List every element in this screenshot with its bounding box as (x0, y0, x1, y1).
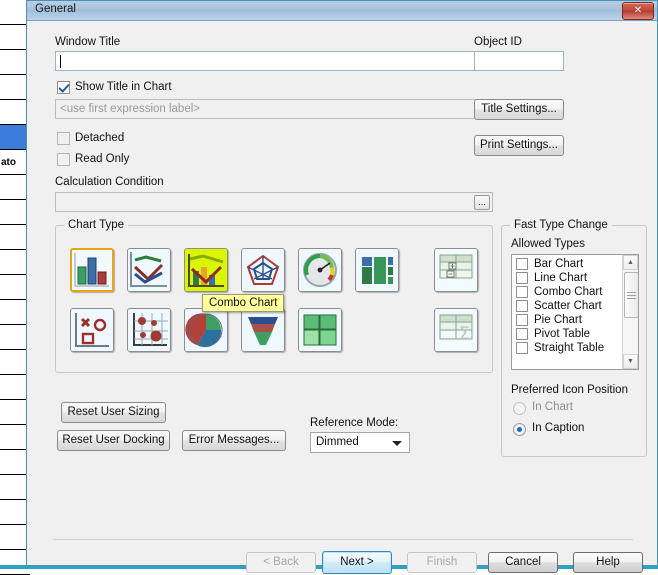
list-item-label: Straight Table (534, 342, 605, 354)
chart-type-pie-chart[interactable] (184, 308, 228, 352)
fast-type-change-group: Fast Type Change Allowed Types Bar Chart… (501, 219, 647, 457)
list-item[interactable]: Straight Table (512, 341, 621, 355)
window-title-label: Window Title (55, 36, 121, 48)
text-caret (60, 55, 61, 68)
list-item[interactable]: Pivot Table (512, 327, 621, 341)
list-item[interactable]: Bar Chart (512, 257, 621, 271)
reset-user-sizing-label: Reset User Sizing (67, 406, 160, 418)
allowed-types-scrollbar[interactable]: ▲ ▼ (622, 255, 638, 369)
reference-mode-label: Reference Mode: (310, 417, 399, 429)
back-label: < Back (263, 556, 299, 568)
chart-type-tooltip: Combo Chart (202, 294, 285, 312)
list-item-label: Bar Chart (534, 258, 584, 270)
scroll-up-icon[interactable]: ▲ (623, 255, 638, 270)
finish-label: Finish (426, 556, 458, 568)
read-only-label: Read Only (75, 153, 130, 165)
title-expression-input[interactable]: <use first expression label> ... (55, 99, 493, 119)
list-item[interactable]: Combo Chart (512, 285, 621, 299)
calculation-condition-ellipsis-button[interactable]: ... (474, 195, 490, 210)
chart-type-pivot-table[interactable] (434, 248, 478, 292)
cancel-button[interactable]: Cancel (488, 552, 558, 573)
reference-mode-select[interactable]: Dimmed (310, 432, 410, 453)
allowed-type-checkbox[interactable] (516, 258, 528, 270)
footer-separator (53, 539, 633, 540)
error-messages-button[interactable]: Error Messages... (182, 430, 286, 451)
chart-type-line-chart[interactable] (127, 248, 171, 292)
general-properties-dialog: General ✕ Window Title ... Object ID Sho… (26, 0, 658, 574)
print-settings-button[interactable]: Print Settings... (474, 135, 564, 156)
cancel-label: Cancel (505, 556, 541, 568)
reset-user-docking-label: Reset User Docking (62, 434, 165, 446)
chart-type-straight-table[interactable]: Σ (434, 308, 478, 352)
reset-user-sizing-button[interactable]: Reset User Sizing (61, 402, 166, 423)
allowed-types-list[interactable]: Bar Chart Line Chart Combo Chart Scatter… (511, 254, 639, 370)
chart-type-grid-chart[interactable] (127, 308, 171, 352)
finish-button: Finish (407, 552, 477, 573)
help-button[interactable]: Help (573, 552, 643, 573)
chart-type-gauge-chart[interactable] (298, 248, 342, 292)
back-button: < Back (246, 552, 316, 573)
detached-label: Detached (75, 132, 125, 144)
read-only-checkbox[interactable] (57, 153, 70, 166)
chart-type-caption: Chart Type (64, 219, 129, 231)
object-id-input[interactable] (474, 51, 564, 71)
allowed-type-checkbox[interactable] (516, 286, 528, 298)
print-settings-label: Print Settings... (480, 139, 558, 151)
show-title-label: Show Title in Chart (75, 81, 172, 93)
reset-user-docking-button[interactable]: Reset User Docking (57, 430, 170, 451)
calculation-condition-label: Calculation Condition (55, 176, 164, 188)
chart-type-scatter-chart[interactable] (70, 308, 114, 352)
chart-type-combo-chart[interactable] (184, 248, 228, 292)
dialog-title: General (35, 3, 76, 15)
chart-type-radar-chart[interactable] (241, 248, 285, 292)
next-button[interactable]: Next > (322, 551, 392, 574)
help-label: Help (596, 556, 620, 568)
detached-checkbox[interactable] (57, 132, 70, 145)
title-settings-button[interactable]: Title Settings... (474, 99, 564, 120)
in-chart-label: In Chart (532, 401, 573, 413)
scrollbar-thumb[interactable] (624, 272, 638, 318)
window-title-input[interactable]: ... (55, 51, 493, 71)
error-messages-label: Error Messages... (188, 434, 280, 446)
list-item-label: Scatter Chart (534, 300, 602, 312)
in-caption-radio[interactable] (513, 423, 526, 436)
reference-mode-value: Dimmed (316, 436, 359, 448)
preferred-icon-position-label: Preferred Icon Position (511, 384, 628, 396)
allowed-type-checkbox[interactable] (516, 272, 528, 284)
title-settings-label: Title Settings... (481, 103, 557, 115)
dialog-titlebar: General ✕ (27, 1, 657, 21)
list-item[interactable]: Line Chart (512, 271, 621, 285)
allowed-type-checkbox[interactable] (516, 314, 528, 326)
show-title-checkbox[interactable] (57, 81, 70, 94)
allowed-type-checkbox[interactable] (516, 342, 528, 354)
title-expression-placeholder: <use first expression label> (60, 103, 200, 115)
object-id-label: Object ID (474, 36, 522, 48)
allowed-type-checkbox[interactable] (516, 300, 528, 312)
chart-type-block-chart[interactable] (355, 248, 399, 292)
allowed-type-checkbox[interactable] (516, 328, 528, 340)
chart-type-bar-chart[interactable] (70, 248, 114, 292)
svg-text:Σ: Σ (459, 324, 470, 344)
list-item-label: Pie Chart (534, 314, 582, 326)
list-item[interactable]: Scatter Chart (512, 299, 621, 313)
chart-type-mekko-chart[interactable] (298, 308, 342, 352)
calculation-condition-input[interactable]: ... (55, 192, 493, 212)
close-icon[interactable]: ✕ (622, 2, 654, 20)
in-chart-radio[interactable] (513, 402, 526, 415)
dialog-body: Window Title ... Object ID Show Title in… (27, 21, 657, 574)
list-item[interactable]: Pie Chart (512, 313, 621, 327)
chart-type-funnel-chart[interactable] (241, 308, 285, 352)
list-item-label: Combo Chart (534, 286, 603, 298)
allowed-types-label: Allowed Types (511, 238, 585, 250)
chevron-down-icon (392, 441, 402, 446)
in-caption-label: In Caption (532, 422, 585, 434)
next-label: Next > (340, 556, 374, 568)
fast-type-change-caption: Fast Type Change (510, 219, 612, 231)
list-item-label: Line Chart (534, 272, 588, 284)
list-item-label: Pivot Table (534, 328, 591, 340)
chart-type-group: Chart Type Σ Combo Chart (55, 219, 493, 373)
scroll-down-icon[interactable]: ▼ (623, 354, 638, 369)
